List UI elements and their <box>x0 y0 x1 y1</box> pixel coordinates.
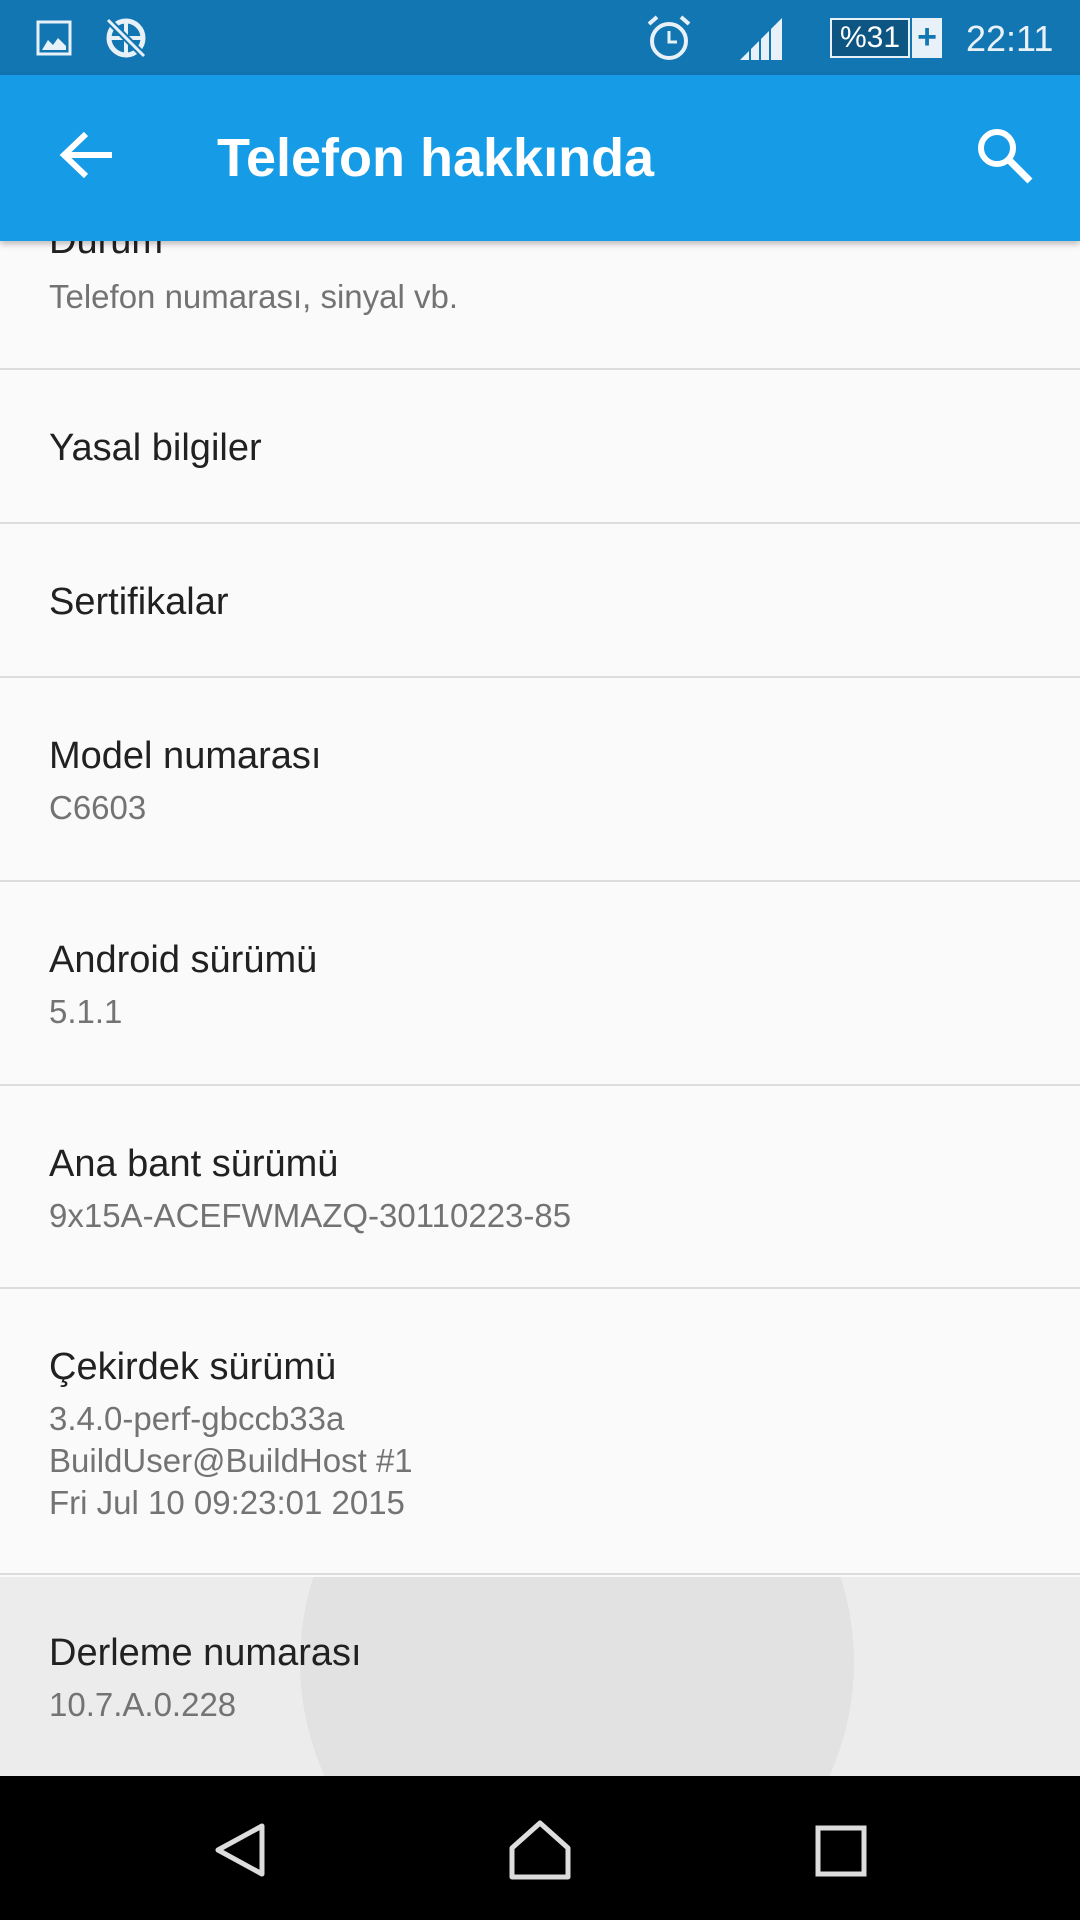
home-icon[interactable] <box>508 1818 572 1882</box>
list-item-build-number[interactable]: Derleme numarası 10.7.A.0.228 <box>0 1577 1080 1776</box>
item-subtitle-line: BuildUser@BuildHost #1 <box>49 1442 413 1479</box>
item-title: Ana bant sürümü <box>49 1143 339 1185</box>
clock: 22:11 <box>966 18 1054 59</box>
app-bar: Telefon hakkında <box>0 75 1080 241</box>
item-subtitle: C6603 <box>49 789 147 826</box>
status-bar: %31 + 22:11 <box>0 0 1080 75</box>
list-item-android-version[interactable]: Android sürümü 5.1.1 <box>0 884 1080 1086</box>
item-subtitle-line: 3.4.0-perf-gbccb33a <box>49 1400 345 1437</box>
list-item-legal[interactable]: Yasal bilgiler <box>0 372 1080 524</box>
item-title: Çekirdek sürümü <box>49 1346 337 1388</box>
item-title: Android sürümü <box>49 939 318 981</box>
page-title: Telefon hakkında <box>217 128 655 188</box>
arrow-left-icon[interactable] <box>52 120 122 190</box>
item-subtitle-line: Fri Jul 10 09:23:01 2015 <box>49 1484 405 1521</box>
back-triangle-icon[interactable] <box>210 1820 270 1880</box>
item-subtitle: 5.1.1 <box>49 993 123 1030</box>
item-title: Sertifikalar <box>49 581 229 623</box>
list-item-certificates[interactable]: Sertifikalar <box>0 526 1080 678</box>
item-title: Derleme numarası <box>49 1632 362 1674</box>
ripple-effect <box>300 1577 854 1776</box>
gallery-icon <box>36 20 72 56</box>
charging-icon: + <box>912 18 942 58</box>
battery-level: %31 <box>830 18 910 58</box>
recents-icon[interactable] <box>814 1824 868 1878</box>
item-title: Yasal bilgiler <box>49 427 262 469</box>
alarm-icon <box>647 15 691 60</box>
item-subtitle: 10.7.A.0.228 <box>49 1686 237 1723</box>
search-icon[interactable] <box>972 123 1036 187</box>
item-subtitle: 9x15A-ACEFWMAZQ-30110223-85 <box>49 1197 572 1234</box>
navigation-bar <box>0 1776 1080 1920</box>
no-data-globe-icon <box>105 17 147 59</box>
item-subtitle: Telefon numarası, sinyal vb. <box>49 278 459 315</box>
list-item-baseband[interactable]: Ana bant sürümü 9x15A-ACEFWMAZQ-30110223… <box>0 1088 1080 1289</box>
signal-icon <box>740 18 782 60</box>
list-item-model[interactable]: Model numarası C6603 <box>0 680 1080 882</box>
item-title: Model numarası <box>49 735 322 777</box>
list-item-kernel[interactable]: Çekirdek sürümü 3.4.0-perf-gbccb33a Buil… <box>0 1291 1080 1575</box>
